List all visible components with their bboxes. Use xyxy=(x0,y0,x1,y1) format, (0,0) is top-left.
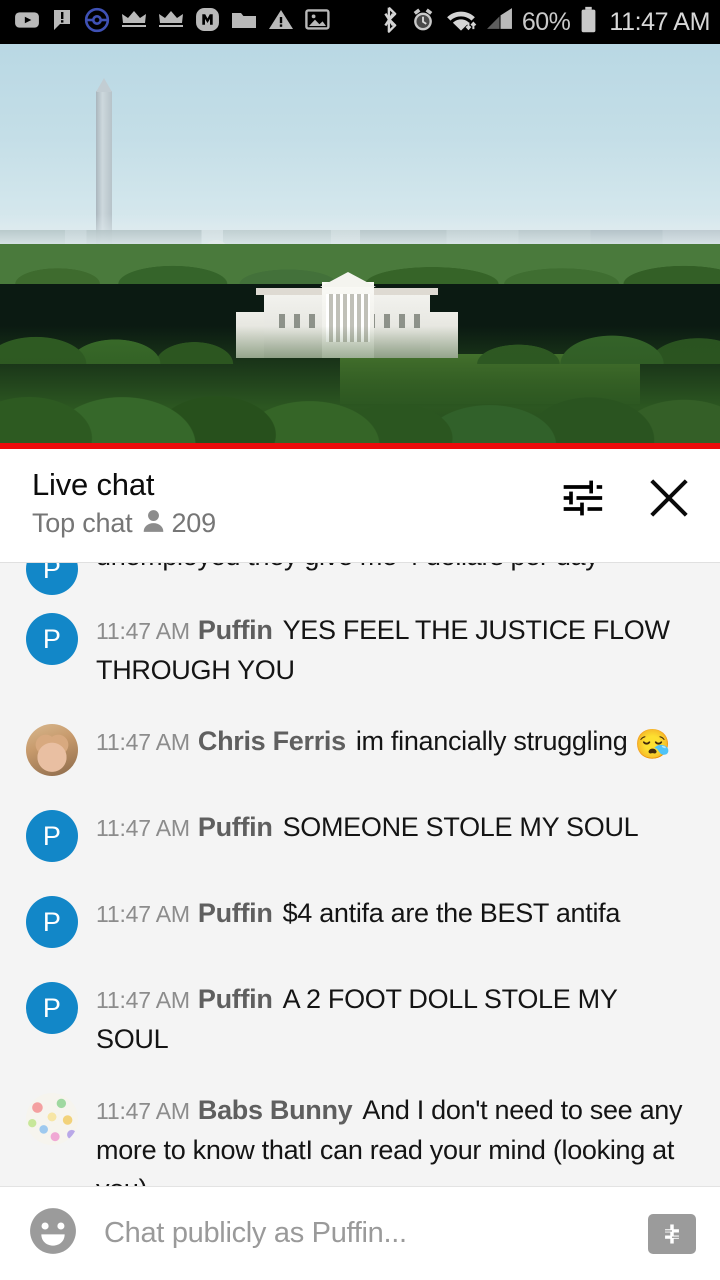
chat-message-row[interactable]: P 11:47 AM Puffin A 2 FOOT DOLL STOLE MY SO… xyxy=(0,964,720,1075)
chat-message-row[interactable]: Punemployed they give me 4 dollars per d… xyxy=(0,563,720,595)
image-icon xyxy=(305,8,330,36)
wifi-icon xyxy=(445,7,477,38)
message-timestamp: 11:47 AM xyxy=(96,618,190,644)
status-bar: 60% 11:47 AM xyxy=(0,0,720,44)
message-timestamp: 11:47 AM xyxy=(96,901,190,927)
chat-message-row[interactable]: P 11:47 AM Puffin SOMEONE STOLE MY SOUL xyxy=(0,792,720,878)
live-chat-header: Live chat Top chat 209 xyxy=(0,449,720,562)
message-author[interactable]: Puffin xyxy=(198,984,273,1014)
superchat-dollar-icon[interactable] xyxy=(648,1213,696,1254)
chat-header-actions xyxy=(560,465,700,521)
viewer-count-label: 209 xyxy=(171,508,216,538)
alarm-icon xyxy=(410,7,436,38)
message-author[interactable]: Puffin xyxy=(198,898,273,928)
message-text: im financially struggling xyxy=(355,726,635,756)
message-body: 11:47 AM Puffin SOMEONE STOLE MY SOUL xyxy=(96,808,639,848)
message-alert-icon xyxy=(51,8,73,37)
message-body: 11:47 AM Chris Ferris im financially strug… xyxy=(96,722,671,765)
person-icon xyxy=(142,509,165,538)
chat-message-row[interactable]: 11:47 AM Chris Ferris im financially strug… xyxy=(0,706,720,792)
chat-mode-label[interactable]: Top chat xyxy=(32,508,133,539)
avatar[interactable]: P xyxy=(26,896,78,948)
message-body: unemployed they give me 4 dollars per da… xyxy=(96,563,599,571)
video-player[interactable] xyxy=(0,44,720,449)
message-emoji: 😪 xyxy=(634,729,671,761)
pokeball-icon xyxy=(84,7,110,38)
chat-header-labels: Live chat Top chat 209 xyxy=(32,465,216,539)
message-author[interactable]: Puffin xyxy=(198,615,273,645)
warning-icon xyxy=(268,8,294,37)
avatar[interactable] xyxy=(26,1093,78,1145)
avatar[interactable]: P xyxy=(26,982,78,1034)
chat-message-list[interactable]: Punemployed they give me 4 dollars per d… xyxy=(0,562,720,1186)
status-clock: 11:47 AM xyxy=(609,7,710,36)
avatar[interactable] xyxy=(26,724,78,776)
m-badge-icon xyxy=(195,7,220,37)
message-author[interactable]: Babs Bunny xyxy=(198,1095,353,1125)
crown-icon-1 xyxy=(121,9,147,36)
chat-input[interactable] xyxy=(104,1217,648,1250)
message-body: 11:47 AM Puffin YES FEEL THE JUSTICE FLOW … xyxy=(96,611,694,690)
close-icon[interactable] xyxy=(646,475,692,521)
signal-icon xyxy=(486,7,513,37)
message-text: $4 antifa are the BEST antifa xyxy=(282,898,621,928)
chat-message-row[interactable]: 11:47 AM Babs Bunny And I don't need to se… xyxy=(0,1075,720,1186)
message-timestamp: 11:47 AM xyxy=(96,987,190,1013)
viewer-count-group: 209 xyxy=(142,508,216,539)
bluetooth-icon xyxy=(383,6,401,38)
crown-icon-2 xyxy=(158,9,184,36)
message-body: 11:47 AM Babs Bunny And I don't need to se… xyxy=(96,1091,694,1186)
page-title: Live chat xyxy=(32,467,155,502)
avatar[interactable]: P xyxy=(26,563,78,595)
youtube-icon xyxy=(14,7,40,38)
message-timestamp: 11:47 AM xyxy=(96,815,190,841)
message-text: unemployed they give me 4 dollars per da… xyxy=(96,563,599,571)
message-author[interactable]: Chris Ferris xyxy=(198,726,346,756)
status-bar-left-icons xyxy=(14,7,330,38)
message-body: 11:47 AM Puffin $4 antifa are the BEST ant… xyxy=(96,894,620,934)
foreground-trees xyxy=(0,275,720,445)
message-body: 11:47 AM Puffin A 2 FOOT DOLL STOLE MY SOU… xyxy=(96,980,694,1059)
chat-subheader: Top chat 209 xyxy=(32,508,216,539)
message-timestamp: 11:47 AM xyxy=(96,1098,190,1124)
avatar[interactable]: P xyxy=(26,810,78,862)
message-text: SOMEONE STOLE MY SOUL xyxy=(282,812,639,842)
folder-icon xyxy=(231,9,257,36)
message-timestamp: 11:47 AM xyxy=(96,729,190,755)
chat-message-row[interactable]: P 11:47 AM Puffin $4 antifa are the BEST an… xyxy=(0,878,720,964)
message-author[interactable]: Puffin xyxy=(198,812,273,842)
chat-message-row[interactable]: P 11:47 AM Puffin YES FEEL THE JUSTICE FLOW… xyxy=(0,595,720,706)
emoji-smiley-icon[interactable] xyxy=(28,1206,78,1261)
chat-composer xyxy=(0,1186,720,1280)
status-bar-right-icons: 60% 11:47 AM xyxy=(383,6,710,39)
battery-percent-label: 60% xyxy=(521,7,571,36)
avatar[interactable]: P xyxy=(26,613,78,665)
video-frame xyxy=(0,44,720,449)
battery-icon xyxy=(579,6,598,39)
chat-settings-icon[interactable] xyxy=(560,476,604,520)
